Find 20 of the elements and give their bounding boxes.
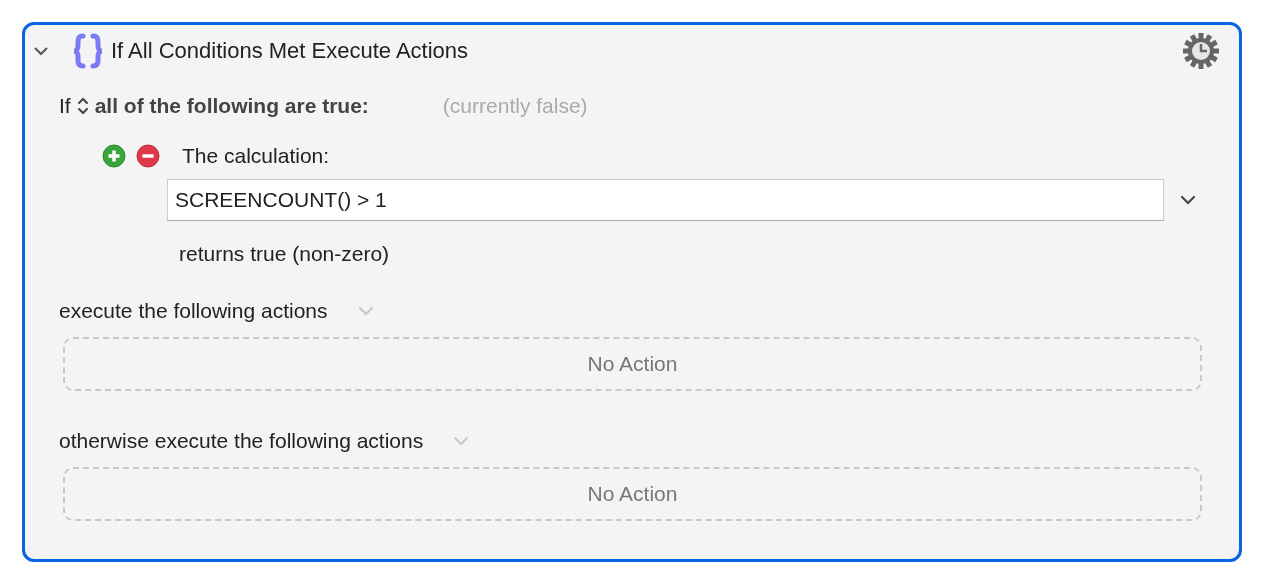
gear-clock-icon[interactable] (1182, 32, 1220, 70)
add-icon[interactable] (102, 144, 126, 168)
empty-placeholder: No Action (587, 482, 678, 506)
condition-mode-popup[interactable]: all of the following are true: (76, 94, 369, 118)
branch-label: otherwise execute the following actions (59, 429, 424, 453)
action-title: If All Conditions Met Execute Actions (111, 38, 470, 64)
remove-icon[interactable] (136, 144, 160, 168)
condition-status: (currently false) (442, 94, 588, 118)
dropdown-chevron-icon[interactable] (1180, 195, 1196, 205)
branch-label: execute the following actions (59, 299, 328, 323)
updown-chevron-icon (76, 96, 89, 116)
calculation-field[interactable]: SCREENCOUNT() > 1 (167, 179, 1164, 221)
disclosure-chevron-icon[interactable] (34, 46, 48, 56)
empty-placeholder: No Action (587, 352, 678, 376)
action-drop-zone[interactable]: No Action (63, 337, 1202, 391)
action-drop-zone[interactable]: No Action (63, 467, 1202, 521)
braces-icon (71, 33, 105, 69)
condition-label: The calculation: (182, 144, 330, 168)
calculation-result: returns true (non-zero) (178, 241, 391, 267)
if-label: If (59, 94, 71, 118)
